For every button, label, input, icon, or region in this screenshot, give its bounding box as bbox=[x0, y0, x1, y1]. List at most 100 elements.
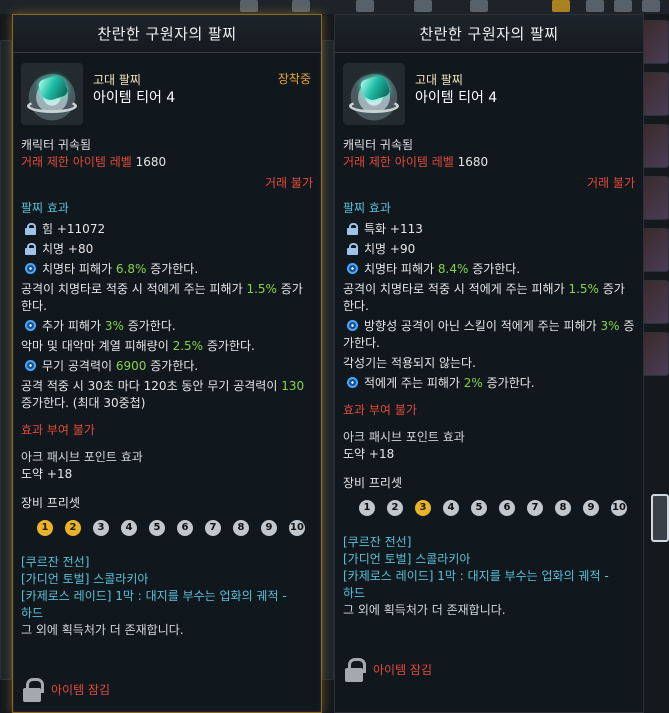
inventory-strip bbox=[322, 40, 334, 680]
source-line: 하드 bbox=[21, 606, 44, 620]
inventory-slot[interactable] bbox=[641, 176, 669, 220]
effect-line: 방향성 공격이 아닌 스킬이 적에게 주는 피해가 3% 증가한다. bbox=[343, 319, 635, 350]
buff-orb-icon bbox=[347, 263, 358, 274]
buff-orb-icon bbox=[25, 263, 36, 274]
effect-line: 무기 공격력이 6900 증가한다. bbox=[21, 358, 313, 375]
inventory-slot[interactable] bbox=[641, 280, 669, 324]
preset-6[interactable]: 6 bbox=[499, 500, 515, 516]
effect-line: 악마 및 대악마 계열 피해량이 2.5% 증가한다. bbox=[21, 339, 255, 353]
lock-icon bbox=[347, 243, 358, 255]
effect-line: 치명타 피해가 6.8% 증가한다. bbox=[21, 261, 313, 278]
item-grade: 고대 팔찌 bbox=[415, 73, 463, 87]
buff-orb-icon bbox=[347, 320, 358, 331]
toolbar-icon[interactable] bbox=[356, 0, 374, 12]
item-header: 고대 팔찌 아이템 티어 4 bbox=[335, 53, 643, 125]
inventory-strip bbox=[0, 40, 12, 680]
item-tier: 아이템 티어 4 bbox=[93, 90, 176, 106]
preset-header: 장비 프리셋 bbox=[21, 496, 81, 510]
toolbar-icon[interactable] bbox=[292, 0, 310, 12]
preset-selector: 1 2 3 4 5 6 7 8 9 10 bbox=[335, 500, 643, 516]
toolbar-icon[interactable] bbox=[642, 0, 660, 12]
preset-10[interactable]: 10 bbox=[611, 500, 627, 516]
source-line: [쿠르잔 전선] bbox=[21, 555, 90, 569]
item-tier: 아이템 티어 4 bbox=[415, 90, 498, 106]
preset-4[interactable]: 4 bbox=[443, 500, 459, 516]
ark-value: 도약 +18 bbox=[343, 447, 395, 461]
stat-line: 힘 +11072 bbox=[21, 221, 313, 238]
effect-header: 팔찌 효과 bbox=[343, 201, 391, 215]
preset-4[interactable]: 4 bbox=[121, 520, 137, 536]
inventory-slot[interactable] bbox=[641, 20, 669, 64]
ark-header: 아크 패시브 포인트 효과 bbox=[343, 430, 465, 444]
ark-header: 아크 패시브 포인트 효과 bbox=[21, 450, 143, 464]
source-more: 그 외에 획득처가 더 존재합니다. bbox=[21, 623, 184, 637]
inventory-slot[interactable] bbox=[641, 332, 669, 376]
item-name: 찬란한 구원자의 팔찌 bbox=[335, 15, 643, 53]
stat-line: 치명 +90 bbox=[343, 241, 635, 258]
preset-7[interactable]: 7 bbox=[527, 500, 543, 516]
inventory-column bbox=[641, 20, 669, 560]
toolbar-icon[interactable] bbox=[552, 0, 570, 12]
item-tooltip-compare: 찬란한 구원자의 팔찌 고대 팔찌 아이템 티어 4 캐릭터 귀속됨 거래 제한… bbox=[334, 14, 644, 713]
toolbar-icon[interactable] bbox=[240, 0, 258, 12]
preset-2[interactable]: 2 bbox=[387, 500, 403, 516]
item-lock: 아이템 잠김 bbox=[23, 678, 110, 702]
bracelet-item-icon bbox=[343, 63, 405, 125]
stat-line: 특화 +113 bbox=[343, 221, 635, 238]
no-effect-text: 효과 부여 불가 bbox=[343, 403, 417, 417]
preset-8[interactable]: 8 bbox=[233, 520, 249, 536]
toolbar-icon[interactable] bbox=[586, 0, 604, 12]
preset-5[interactable]: 5 bbox=[149, 520, 165, 536]
preset-7[interactable]: 7 bbox=[205, 520, 221, 536]
source-line: [가디언 토벌] 스콜라키아 bbox=[343, 552, 471, 566]
trade-status: 거래 불가 bbox=[265, 176, 313, 190]
effect-line: 공격 적중 시 30초 마다 120초 동안 무기 공격력이 130 증가한다.… bbox=[21, 379, 305, 410]
item-grade: 고대 팔찌 bbox=[93, 73, 141, 87]
preset-8[interactable]: 8 bbox=[555, 500, 571, 516]
ark-value: 도약 +18 bbox=[21, 467, 73, 481]
buff-orb-icon bbox=[25, 320, 36, 331]
bracelet-item-icon bbox=[21, 63, 83, 125]
effect-line: 치명타 피해가 8.4% 증가한다. bbox=[343, 261, 635, 278]
source-more: 그 외에 획득처가 더 존재합니다. bbox=[343, 603, 506, 617]
effect-header: 팔찌 효과 bbox=[21, 201, 69, 215]
preset-9[interactable]: 9 bbox=[261, 520, 277, 536]
lock-icon bbox=[25, 223, 36, 235]
top-toolbar bbox=[0, 0, 669, 14]
preset-header: 장비 프리셋 bbox=[343, 476, 403, 490]
lock-icon bbox=[23, 678, 44, 702]
buff-orb-icon bbox=[347, 377, 358, 388]
item-lock-text: 아이템 잠김 bbox=[373, 662, 433, 677]
toolbar-icon[interactable] bbox=[414, 0, 432, 12]
item-lock-text: 아이템 잠김 bbox=[51, 682, 111, 697]
effect-line: 각성기는 적용되지 않는다. bbox=[343, 356, 476, 370]
preset-5[interactable]: 5 bbox=[471, 500, 487, 516]
source-line: [가디언 토벌] 스콜라키아 bbox=[21, 572, 149, 586]
preset-6[interactable]: 6 bbox=[177, 520, 193, 536]
trade-status: 거래 불가 bbox=[587, 176, 635, 190]
item-lock: 아이템 잠김 bbox=[345, 658, 432, 682]
preset-1[interactable]: 1 bbox=[37, 520, 53, 536]
bound-text: 캐릭터 귀속됨 bbox=[21, 138, 92, 152]
item-level: 거래 제한 아이템 레벨 1680 bbox=[343, 155, 489, 169]
inventory-slot[interactable] bbox=[641, 124, 669, 168]
item-name: 찬란한 구원자의 팔찌 bbox=[13, 15, 321, 53]
inventory-slot[interactable] bbox=[641, 228, 669, 272]
preset-selector: 1 2 3 4 5 6 7 8 9 10 bbox=[13, 520, 321, 536]
effect-line: 추가 피해가 3% 증가한다. bbox=[21, 318, 313, 335]
preset-3[interactable]: 3 bbox=[415, 500, 431, 516]
item-tooltip-equipped: 찬란한 구원자의 팔찌 고대 팔찌 아이템 티어 4 장착중 캐릭터 귀속됨 거… bbox=[12, 14, 322, 713]
selected-inventory-slot[interactable] bbox=[651, 494, 669, 542]
preset-1[interactable]: 1 bbox=[359, 500, 375, 516]
preset-3[interactable]: 3 bbox=[93, 520, 109, 536]
source-line: [쿠르잔 전선] bbox=[343, 535, 412, 549]
inventory-slot[interactable] bbox=[641, 72, 669, 116]
item-header: 고대 팔찌 아이템 티어 4 장착중 bbox=[13, 53, 321, 125]
source-line: [카제로스 레이드] 1막 : 대지를 부수는 업화의 궤적 - bbox=[343, 569, 609, 583]
preset-10[interactable]: 10 bbox=[289, 520, 305, 536]
toolbar-icon[interactable] bbox=[614, 0, 632, 12]
toolbar-icon[interactable] bbox=[470, 0, 488, 12]
preset-2[interactable]: 2 bbox=[65, 520, 81, 536]
preset-9[interactable]: 9 bbox=[583, 500, 599, 516]
no-effect-text: 효과 부여 불가 bbox=[21, 423, 95, 437]
